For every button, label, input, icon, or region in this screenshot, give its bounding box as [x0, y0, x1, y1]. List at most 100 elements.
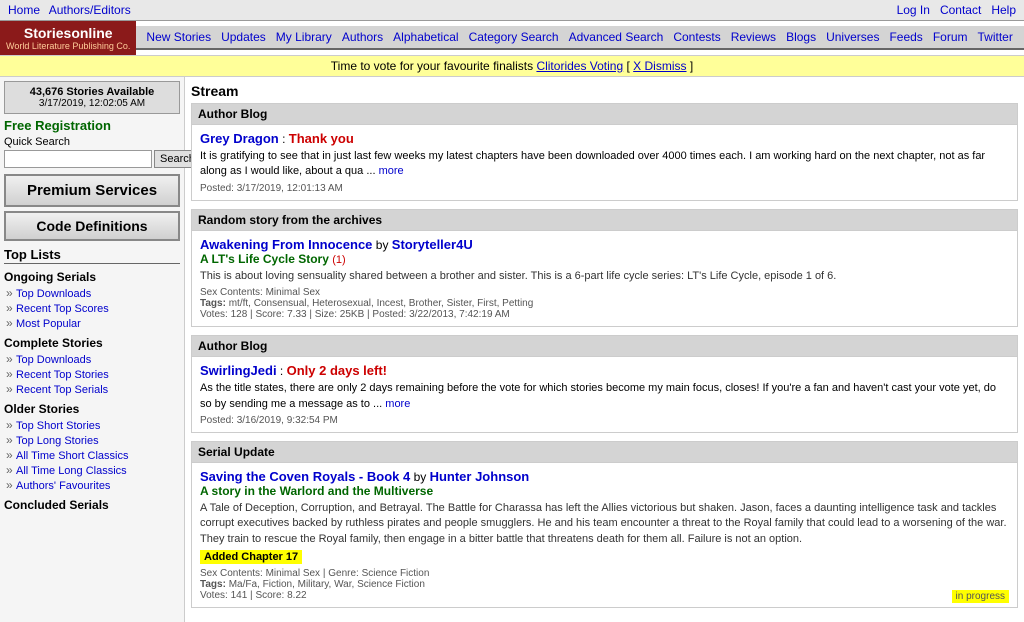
list-item: Recent Top Serials — [6, 382, 180, 396]
more-link-1[interactable]: more — [379, 165, 404, 177]
login-link[interactable]: Log In — [897, 3, 930, 17]
site-tagline: World Literature Publishing Co. — [6, 41, 130, 51]
genre-value: Science Fiction — [362, 568, 430, 579]
concluded-serials-label: Concluded Serials — [4, 498, 180, 512]
posted-date-2: Posted: 3/16/2019, 9:32:54 PM — [200, 415, 1009, 426]
nav-feeds[interactable]: Feeds — [885, 29, 926, 45]
serial-story-subtitle[interactable]: A story in the Warlord and the Multivers… — [200, 484, 433, 498]
random-story-subtitle[interactable]: A LT's Life Cycle Story — [200, 252, 329, 266]
older-authors-favourites[interactable]: Authors' Favourites — [16, 480, 110, 492]
main-content: Stream Author Blog Grey Dragon : Thank y… — [185, 77, 1024, 622]
ellipsis-1: ... — [366, 165, 378, 177]
older-top-long[interactable]: Top Long Stories — [16, 435, 99, 447]
serial-sex-contents: Sex Contents: Minimal Sex — [200, 568, 320, 579]
blog-title-1[interactable]: Thank you — [289, 131, 354, 146]
serial-subtitle-row: A story in the Warlord and the Multivers… — [200, 484, 1009, 498]
serial-story-title[interactable]: Saving the Coven Royals - Book 4 — [200, 469, 410, 484]
quick-search-label: Quick Search — [4, 136, 180, 148]
complete-stories-list: Top Downloads Recent Top Stories Recent … — [4, 352, 180, 396]
serial-story-author[interactable]: Hunter Johnson — [430, 469, 530, 484]
code-definitions-button[interactable]: Code Definitions — [4, 211, 180, 241]
random-story-desc: This is about loving sensuality shared b… — [200, 269, 1009, 284]
author-blog-section-1: Author Blog Grey Dragon : Thank you It i… — [191, 103, 1018, 201]
story-title-row: Awakening From Innocence by Storyteller4… — [200, 237, 1009, 252]
added-chapter-label: Added Chapter 17 — [200, 550, 302, 564]
serial-story-desc: A Tale of Deception, Corruption, and Bet… — [200, 501, 1009, 547]
nav-contests[interactable]: Contests — [669, 29, 724, 45]
nav-authors[interactable]: Authors — [338, 29, 387, 45]
older-stories-list: Top Short Stories Top Long Stories All T… — [4, 418, 180, 492]
stories-count: 43,676 Stories Available — [9, 86, 175, 98]
top-nav-right: Log In Contact Help — [891, 3, 1016, 17]
nav-blogs[interactable]: Blogs — [782, 29, 820, 45]
search-row: Search — [4, 150, 180, 168]
complete-recent-top-serials[interactable]: Recent Top Serials — [16, 384, 108, 396]
nav-alphabetical[interactable]: Alphabetical — [389, 29, 462, 45]
authors-editors-link[interactable]: Authors/Editors — [49, 3, 131, 17]
older-all-time-short[interactable]: All Time Short Classics — [16, 450, 128, 462]
author-name-1[interactable]: Grey Dragon — [200, 131, 279, 146]
tags-label-2: Tags: — [200, 579, 229, 590]
site-logo: Storiesonline World Literature Publishin… — [0, 21, 136, 55]
ongoing-recent-top-scores[interactable]: Recent Top Scores — [16, 303, 109, 315]
nav-category-search[interactable]: Category Search — [465, 29, 563, 45]
serial-story-meta: Sex Contents: Minimal Sex | Genre: Scien… — [200, 568, 1009, 601]
banner-text: Time to vote for your favourite finalist… — [331, 59, 533, 73]
genre-label: Genre: — [328, 568, 359, 579]
stories-stats: 43,676 Stories Available 3/17/2019, 12:0… — [4, 81, 180, 114]
sidebar: 43,676 Stories Available 3/17/2019, 12:0… — [0, 77, 185, 622]
stream-title: Stream — [191, 83, 1018, 99]
nav-updates[interactable]: Updates — [217, 29, 270, 45]
banner-dismiss-link[interactable]: X Dismiss — [633, 59, 686, 73]
blog-title-2[interactable]: Only 2 days left! — [287, 363, 387, 378]
separator-2: : — [280, 364, 287, 378]
nav-reviews[interactable]: Reviews — [727, 29, 780, 45]
complete-recent-top-stories[interactable]: Recent Top Stories — [16, 369, 109, 381]
tags-label-1: Tags: — [200, 298, 229, 309]
top-navigation: Home Authors/Editors Log In Contact Help — [0, 0, 1024, 21]
posted-1: Posted: 3/22/2013, 7:42:19 AM — [372, 309, 509, 320]
story-subtitle-row: A LT's Life Cycle Story (1) — [200, 252, 1009, 266]
search-input[interactable] — [4, 150, 152, 168]
blog-text-1: It is gratifying to see that in just las… — [200, 149, 1009, 180]
stats-date: 3/17/2019, 12:02:05 AM — [9, 98, 175, 109]
author-name-2[interactable]: SwirlingJedi — [200, 363, 277, 378]
premium-services-button[interactable]: Premium Services — [4, 174, 180, 207]
site-header: Storiesonline World Literature Publishin… — [0, 21, 1024, 56]
author-blog-section-2: Author Blog SwirlingJedi : Only 2 days l… — [191, 335, 1018, 433]
more-link-2[interactable]: more — [385, 398, 410, 410]
ongoing-most-popular[interactable]: Most Popular — [16, 318, 81, 330]
random-story-title[interactable]: Awakening From Innocence — [200, 237, 372, 252]
older-all-time-long[interactable]: All Time Long Classics — [16, 465, 127, 477]
author-blog-header-1: Author Blog — [192, 104, 1017, 125]
list-item: Top Downloads — [6, 286, 180, 300]
list-item: Most Popular — [6, 316, 180, 330]
older-top-short[interactable]: Top Short Stories — [16, 420, 100, 432]
complete-stories-label: Complete Stories — [4, 336, 180, 350]
complete-top-downloads[interactable]: Top Downloads — [16, 354, 91, 366]
votes-2: Votes: 141 — [200, 590, 247, 601]
nav-advanced-search[interactable]: Advanced Search — [565, 29, 668, 45]
free-registration-link[interactable]: Free Registration — [4, 118, 180, 133]
contact-link[interactable]: Contact — [940, 3, 981, 17]
author-blog-body-1: Grey Dragon : Thank you It is gratifying… — [192, 125, 1017, 200]
nav-new-stories[interactable]: New Stories — [142, 29, 215, 45]
sex-contents-label: Sex Contents: Minimal Sex — [200, 287, 320, 298]
nav-twitter[interactable]: Twitter — [973, 29, 1016, 45]
ongoing-top-downloads[interactable]: Top Downloads — [16, 288, 91, 300]
serial-update-section: Serial Update Saving the Coven Royals - … — [191, 441, 1018, 608]
list-item: Recent Top Scores — [6, 301, 180, 315]
help-link[interactable]: Help — [991, 3, 1016, 17]
ellipsis-2: ... — [373, 398, 385, 410]
random-story-author[interactable]: Storyteller4U — [392, 237, 473, 252]
tags-1: mt/ft, Consensual, Heterosexual, Incest,… — [229, 298, 534, 309]
random-story-header: Random story from the archives — [192, 210, 1017, 231]
nav-universes[interactable]: Universes — [822, 29, 883, 45]
banner-voting-link[interactable]: Clitorides Voting — [536, 59, 623, 73]
home-link[interactable]: Home — [8, 3, 40, 17]
separator-1: : — [282, 132, 289, 146]
list-item: All Time Short Classics — [6, 448, 180, 462]
nav-my-library[interactable]: My Library — [272, 29, 336, 45]
nav-forum[interactable]: Forum — [929, 29, 972, 45]
list-item: Authors' Favourites — [6, 478, 180, 492]
